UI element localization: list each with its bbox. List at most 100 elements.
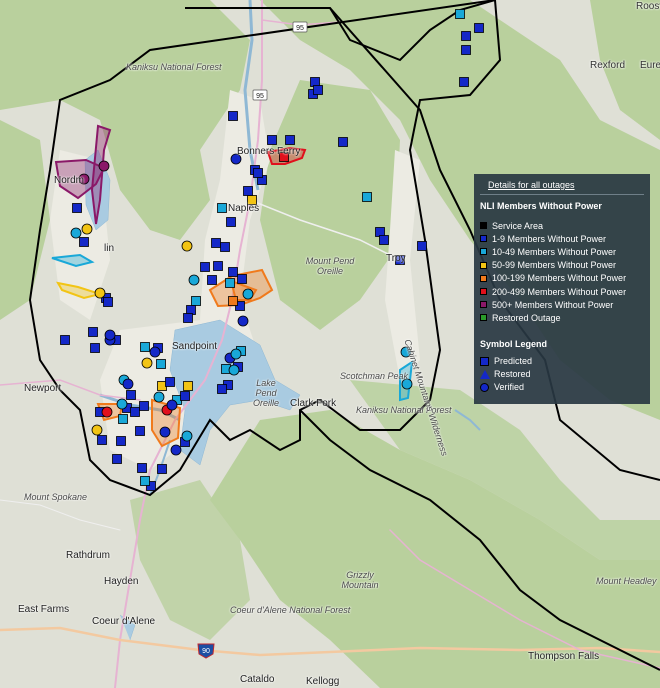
verified-outage-marker[interactable] — [101, 406, 113, 418]
legend-swatch — [480, 288, 487, 296]
verified-outage-marker[interactable] — [91, 424, 103, 436]
predicted-outage-marker[interactable] — [226, 217, 236, 227]
label-kaniksu-nf: Kaniksu National Forest — [126, 62, 222, 72]
verified-outage-marker[interactable] — [94, 287, 106, 299]
predicted-outage-marker[interactable] — [180, 391, 190, 401]
verified-outage-marker[interactable] — [166, 399, 178, 411]
predicted-outage-marker[interactable] — [137, 463, 147, 473]
verified-outage-marker[interactable] — [228, 364, 240, 376]
svg-text:95: 95 — [256, 93, 264, 100]
predicted-outage-marker[interactable] — [461, 45, 471, 55]
predicted-outage-marker[interactable] — [60, 335, 70, 345]
predicted-outage-marker[interactable] — [156, 359, 166, 369]
label-kaniksu-nf-2: Kaniksu National Forest — [356, 405, 452, 415]
predicted-outage-marker[interactable] — [455, 9, 465, 19]
square-icon — [480, 356, 489, 366]
verified-outage-marker[interactable] — [98, 160, 110, 172]
predicted-outage-marker[interactable] — [207, 275, 217, 285]
predicted-outage-marker[interactable] — [157, 464, 167, 474]
predicted-outage-marker[interactable] — [72, 203, 82, 213]
symbol-label: Verified — [494, 382, 525, 393]
predicted-outage-marker[interactable] — [90, 343, 100, 353]
label-mount-pend-oreille: Mount Pend Oreille — [305, 256, 355, 276]
predicted-outage-marker[interactable] — [217, 384, 227, 394]
predicted-outage-marker[interactable] — [220, 242, 230, 252]
predicted-outage-marker[interactable] — [112, 454, 122, 464]
predicted-outage-marker[interactable] — [79, 237, 89, 247]
legend-swatch — [480, 301, 487, 309]
verified-outage-marker[interactable] — [188, 274, 200, 286]
predicted-outage-marker[interactable] — [97, 435, 107, 445]
predicted-outage-marker[interactable] — [130, 407, 140, 417]
predicted-outage-marker[interactable] — [140, 476, 150, 486]
legend-label: 500+ Members Without Power — [492, 299, 614, 310]
verified-outage-marker[interactable] — [237, 315, 249, 327]
label-troy: Troy — [386, 253, 406, 264]
label-east-farms: East Farms — [18, 604, 70, 615]
verified-outage-marker[interactable] — [153, 391, 165, 403]
predicted-outage-marker[interactable] — [237, 274, 247, 284]
verified-outage-marker[interactable] — [81, 223, 93, 235]
hwy95-mid-shield: 95 — [252, 89, 268, 101]
predicted-outage-marker[interactable] — [200, 262, 210, 272]
predicted-outage-marker[interactable] — [313, 85, 323, 95]
verified-outage-marker[interactable] — [181, 430, 193, 442]
legend-panel: Details for all outages NLI Members With… — [474, 174, 650, 404]
predicted-outage-marker[interactable] — [191, 296, 201, 306]
predicted-outage-marker[interactable] — [135, 426, 145, 436]
label-hayden: Hayden — [104, 576, 139, 587]
triangle-icon — [480, 369, 490, 379]
verified-outage-marker[interactable] — [104, 329, 116, 341]
predicted-outage-marker[interactable] — [338, 137, 348, 147]
verified-outage-marker[interactable] — [159, 426, 171, 438]
symbol-item-verified: Verified — [480, 381, 644, 394]
label-grizzly-mountain: Grizzly Mountain — [341, 570, 379, 590]
verified-outage-marker[interactable] — [170, 444, 182, 456]
predicted-outage-marker[interactable] — [379, 235, 389, 245]
verified-outage-marker[interactable] — [116, 398, 128, 410]
legend-swatch — [480, 235, 487, 243]
verified-outage-marker[interactable] — [70, 227, 82, 239]
predicted-outage-marker[interactable] — [474, 23, 484, 33]
verified-outage-marker[interactable] — [181, 240, 193, 252]
predicted-outage-marker[interactable] — [228, 267, 238, 277]
verified-outage-marker[interactable] — [122, 378, 134, 390]
legend-label: Restored Outage — [492, 312, 561, 323]
predicted-outage-marker[interactable] — [88, 327, 98, 337]
predicted-outage-marker[interactable] — [267, 135, 277, 145]
predicted-outage-marker[interactable] — [285, 135, 295, 145]
predicted-outage-marker[interactable] — [417, 241, 427, 251]
predicted-outage-marker[interactable] — [243, 186, 253, 196]
predicted-outage-marker[interactable] — [116, 436, 126, 446]
verified-outage-marker[interactable] — [141, 357, 153, 369]
predicted-outage-marker[interactable] — [217, 203, 227, 213]
predicted-outage-marker[interactable] — [183, 313, 193, 323]
label-rathdrum: Rathdrum — [66, 550, 110, 561]
predicted-outage-marker[interactable] — [362, 192, 372, 202]
predicted-outage-marker[interactable] — [459, 77, 469, 87]
predicted-outage-marker[interactable] — [103, 297, 113, 307]
legend-label: Service Area — [492, 220, 544, 231]
predicted-outage-marker[interactable] — [228, 296, 238, 306]
verified-outage-marker[interactable] — [149, 346, 161, 358]
predicted-outage-marker[interactable] — [228, 111, 238, 121]
predicted-outage-marker[interactable] — [165, 377, 175, 387]
label-naples: Naples — [228, 203, 260, 214]
predicted-outage-marker[interactable] — [461, 31, 471, 41]
details-all-outages-link[interactable]: Details for all outages — [488, 180, 644, 190]
predicted-outage-marker[interactable] — [213, 261, 223, 271]
predicted-outage-marker[interactable] — [225, 278, 235, 288]
predicted-outage-marker[interactable] — [140, 342, 150, 352]
predicted-outage-marker[interactable] — [183, 381, 193, 391]
predicted-outage-marker[interactable] — [211, 238, 221, 248]
legend-title: NLI Members Without Power — [480, 201, 602, 211]
legend-label: 50-99 Members Without Power — [492, 260, 617, 271]
legend-label: 200-499 Members Without Power — [492, 286, 627, 297]
predicted-outage-marker[interactable] — [126, 390, 136, 400]
predicted-outage-marker[interactable] — [118, 414, 128, 424]
label-kellogg: Kellogg — [306, 676, 340, 687]
verified-outage-marker[interactable] — [242, 288, 254, 300]
verified-outage-marker[interactable] — [230, 348, 242, 360]
predicted-outage-marker[interactable] — [253, 168, 263, 178]
predicted-outage-marker[interactable] — [139, 401, 149, 411]
